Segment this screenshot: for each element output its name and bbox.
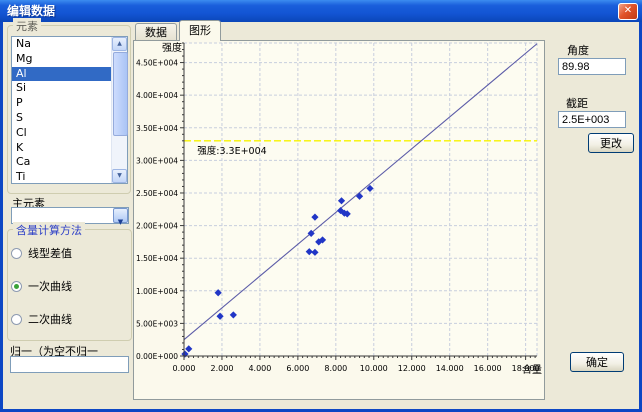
element-list-item[interactable]: K: [12, 141, 112, 156]
angle-label: 角度: [567, 42, 589, 58]
element-list-item[interactable]: Na: [12, 37, 112, 52]
element-list-item[interactable]: S: [12, 111, 112, 126]
element-list-item[interactable]: Mg: [12, 52, 112, 67]
x-axis-title: 含量: [522, 363, 542, 376]
graph-tab-page: 强度:3.3E+004 0.000 2.000 4.000 6.000 8.000 10.0…: [133, 40, 545, 400]
x-tick-label: 16.000: [474, 364, 502, 373]
x-tick-label: 2.000: [211, 364, 234, 373]
elements-group-caption: 元素: [13, 18, 41, 34]
x-tick-label: 12.000: [398, 364, 426, 373]
edit-data-dialog: 编辑数据 ✕ 元素 NaMgAlSiPSClKCaTi ▲ ▼ 主元素 ▼ 含量…: [0, 0, 642, 412]
scroll-up-button[interactable]: ▲: [112, 37, 127, 51]
y-tick-label: 4.00E+004: [136, 91, 178, 100]
window-border-left: [0, 22, 3, 412]
method-group-caption: 含量计算方法: [13, 222, 85, 238]
radio-icon[interactable]: [11, 314, 22, 325]
intercept-input[interactable]: [558, 111, 626, 128]
window-title: 编辑数据: [7, 4, 55, 18]
y-tick-label: 0.00E+000: [136, 352, 178, 361]
element-list-item[interactable]: Si: [12, 81, 112, 96]
element-list-item[interactable]: Cl: [12, 126, 112, 141]
y-tick-label: 2.00E+004: [136, 222, 178, 231]
normalize-input[interactable]: [10, 356, 129, 373]
element-list-item[interactable]: Al: [12, 67, 112, 82]
y-tick-label: 5.00E+003: [136, 319, 178, 328]
x-tick-label: 8.000: [324, 364, 347, 373]
arrow-up-icon: ▲: [113, 38, 126, 50]
chevron-down-icon: ▼: [118, 218, 123, 226]
x-tick-label: 4.000: [248, 364, 271, 373]
radio-icon[interactable]: [11, 281, 22, 292]
close-button[interactable]: ✕: [618, 3, 638, 20]
radio-icon[interactable]: [11, 248, 22, 259]
intercept-label: 截距: [566, 95, 588, 111]
scrollbar-thumb[interactable]: [113, 52, 128, 136]
tab-graph[interactable]: 图形: [179, 20, 221, 41]
element-list-item[interactable]: Ca: [12, 155, 112, 170]
y-tick-label: 4.50E+004: [136, 59, 178, 68]
radio-option-second-order-curve[interactable]: 二次曲线: [11, 312, 72, 326]
scroll-down-button[interactable]: ▼: [112, 169, 127, 183]
reference-line-label: 强度:3.3E+004: [197, 145, 266, 157]
element-list-item[interactable]: P: [12, 96, 112, 111]
y-tick-label: 2.50E+004: [136, 189, 178, 198]
scatter-chart: 强度:3.3E+004 0.000 2.000 4.000 6.000 8.000 10.0…: [134, 41, 546, 401]
element-list-item[interactable]: Ti: [12, 170, 112, 183]
x-tick-label: 6.000: [286, 364, 309, 373]
radio-label: 二次曲线: [28, 311, 72, 327]
y-tick-label: 1.00E+004: [136, 287, 178, 296]
arrow-down-icon: ▼: [113, 170, 126, 182]
y-tick-label: 3.00E+004: [136, 156, 178, 165]
y-axis-title: 强度: [162, 41, 182, 54]
radio-label: 一次曲线: [28, 278, 72, 294]
y-tick-label: 1.50E+004: [136, 254, 178, 263]
x-tick-label: 14.000: [436, 364, 464, 373]
y-tick-label: 3.50E+004: [136, 124, 178, 133]
ok-button[interactable]: 确定: [570, 352, 624, 372]
combobox-dropdown-button[interactable]: ▼: [113, 208, 128, 223]
x-tick-label: 0.000: [173, 364, 196, 373]
change-button[interactable]: 更改: [588, 133, 634, 153]
radio-option-linear-interp[interactable]: 线型差值: [11, 246, 72, 260]
tab-data[interactable]: 数据: [135, 23, 177, 41]
element-list[interactable]: NaMgAlSiPSClKCaTi ▲ ▼: [11, 36, 128, 184]
title-bar[interactable]: 编辑数据: [0, 0, 642, 22]
main-element-combobox-input[interactable]: [13, 209, 113, 222]
x-tick-label: 10.000: [360, 364, 388, 373]
radio-label: 线型差值: [28, 245, 72, 261]
angle-input[interactable]: [558, 58, 626, 75]
plot-area: [184, 43, 537, 356]
element-list-scrollbar[interactable]: ▲ ▼: [111, 37, 127, 183]
close-icon: ✕: [624, 5, 632, 16]
radio-option-first-order-curve[interactable]: 一次曲线: [11, 279, 72, 293]
